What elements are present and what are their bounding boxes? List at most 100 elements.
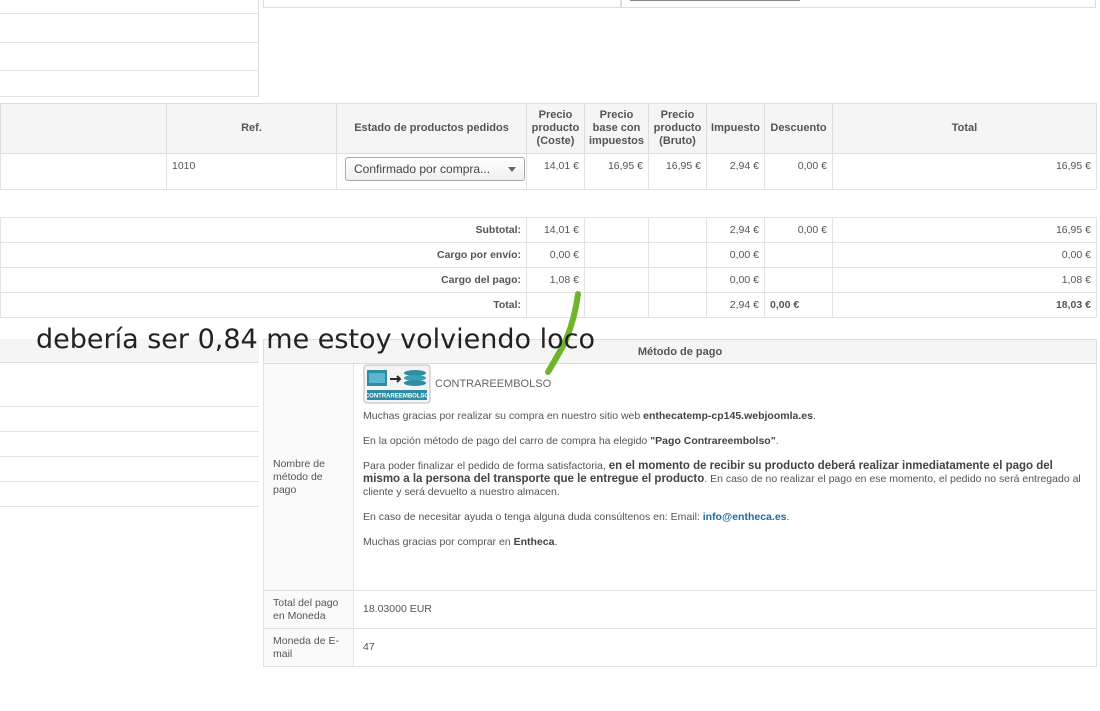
- column-header-gross: Precio producto (Bruto): [648, 103, 707, 154]
- subtotal-discount: 0,00 €: [764, 217, 833, 243]
- currency-email-value: 47: [352, 628, 1098, 667]
- left-lower-row: [0, 457, 259, 482]
- table-header-row: Ref. Estado de productos pedidos Precio …: [0, 103, 1097, 154]
- punctuation: .: [786, 511, 790, 523]
- product-name-cell: [0, 153, 167, 190]
- column-header-cost: Precio producto (Coste): [526, 103, 585, 154]
- instructions-paragraph: Para poder finalizar el pedido de forma …: [363, 460, 1087, 499]
- left-panel-row: [0, 71, 259, 97]
- empty-cell: [648, 292, 707, 318]
- gross-cell: 16,95 €: [648, 153, 707, 190]
- ref-cell: 1010: [166, 153, 337, 190]
- instructions-text: Para poder finalizar el pedido de forma …: [363, 460, 609, 472]
- closing-paragraph: Muchas gracias por comprar en Entheca.: [363, 536, 1087, 549]
- shipping-total: 0,00 €: [832, 242, 1097, 268]
- chevron-down-icon: [508, 167, 516, 172]
- shipping-row: Cargo por envío: 0,00 € 0,00 € 0,00 €: [0, 242, 1097, 268]
- column-header-status: Estado de productos pedidos: [336, 103, 527, 154]
- payment-total-value: 18.03000 EUR: [352, 590, 1098, 629]
- column-header-discount: Descuento: [764, 103, 833, 154]
- empty-cell: [648, 217, 707, 243]
- payment-method-name: CONTRAREEMBOLSO: [435, 377, 552, 390]
- base-tax-cell: 16,95 €: [584, 153, 649, 190]
- column-header-tax: Impuesto: [706, 103, 765, 154]
- column-header-ref: Ref.: [166, 103, 337, 154]
- subtotal-row: Subtotal: 14,01 € 2,94 € 0,00 € 16,95 €: [0, 217, 1097, 243]
- shop-name: Entheca: [513, 536, 555, 548]
- choice-paragraph: En la opción método de pago del carro de…: [363, 435, 1087, 448]
- subtotal-total: 16,95 €: [832, 217, 1097, 243]
- payment-method-description: CONTRAREEMBOLSO CONTRAREEMBOLSO Muchas g…: [352, 363, 1098, 591]
- shipping-label: Cargo por envío:: [0, 242, 527, 268]
- left-panel-row: [0, 43, 259, 71]
- subtotal-cost: 14,01 €: [526, 217, 585, 243]
- column-header-total: Total: [832, 103, 1097, 154]
- currency-email-label: Moneda de E-mail: [263, 628, 354, 667]
- left-panel-row: [0, 14, 259, 43]
- empty-cell: [584, 267, 649, 293]
- thanks-text: Muchas gracias por realizar su compra en…: [363, 410, 644, 422]
- left-lower-row: [0, 432, 259, 457]
- spacer-cell: [0, 189, 527, 218]
- help-paragraph: En caso de necesitar ayuda o tenga algun…: [363, 511, 1087, 524]
- empty-cell: [764, 242, 833, 268]
- top-panel-fragment: [621, 0, 1096, 8]
- column-header-product: [0, 103, 167, 154]
- payment-method-row: Nombre de método de pago CONTRAREEMBOLSO…: [263, 363, 1098, 591]
- site-name: enthecatemp-cp145.webjoomla.es: [643, 410, 813, 422]
- payment-method-table: Método de pago Nombre de método de pago …: [262, 339, 1098, 667]
- product-status-value: Confirmado por compra...: [354, 162, 491, 176]
- punctuation: .: [812, 410, 816, 422]
- punctuation: .: [775, 435, 779, 447]
- annotation-text: debería ser 0,84 me estoy volviendo loco: [36, 324, 595, 355]
- email-link[interactable]: info@entheca.es: [703, 511, 787, 523]
- payment-method-name-label: Nombre de método de pago: [263, 363, 354, 591]
- product-status-select[interactable]: Confirmado por compra...: [345, 157, 525, 181]
- left-lower-row: [0, 363, 259, 407]
- grand-total-label: Total:: [0, 292, 527, 318]
- cost-cell: 14,01 €: [526, 153, 585, 190]
- empty-cell: [584, 217, 649, 243]
- empty-cell: [584, 292, 649, 318]
- payment-total-row: Total del pago en Moneda 18.03000 EUR: [263, 590, 1098, 629]
- help-text: En caso de necesitar ayuda o tenga algun…: [363, 511, 703, 523]
- payment-fee-row: Cargo del pago: 1,08 € 0,00 € 1,08 €: [0, 267, 1097, 293]
- payment-fee-total: 1,08 €: [832, 267, 1097, 293]
- table-row: 1010 Confirmado por compra... 14,01 € 16…: [0, 153, 1097, 190]
- discount-cell: 0,00 €: [764, 153, 833, 190]
- tax-cell: 2,94 €: [706, 153, 765, 190]
- chosen-method: "Pago Contrareembolso": [650, 435, 776, 447]
- empty-cell: [584, 242, 649, 268]
- closing-text: Muchas gracias por comprar en: [363, 536, 514, 548]
- choice-text: En la opción método de pago del carro de…: [363, 435, 651, 447]
- empty-cell: [648, 267, 707, 293]
- payment-currency-row: Moneda de E-mail 47: [263, 628, 1098, 667]
- top-panel-fragment: [263, 0, 621, 8]
- logo-caption: CONTRAREEMBOLSO: [365, 394, 430, 400]
- payment-logo-row: CONTRAREEMBOLSO CONTRAREEMBOLSO: [363, 364, 1087, 404]
- payment-total-label: Total del pago en Moneda: [263, 590, 354, 629]
- thanks-paragraph: Muchas gracias por realizar su compra en…: [363, 410, 1087, 423]
- grand-total-discount: 0,00 €: [764, 292, 833, 318]
- payment-fee-tax: 0,00 €: [706, 267, 765, 293]
- shipping-tax: 0,00 €: [706, 242, 765, 268]
- left-panel-row: [0, 0, 259, 14]
- top-input-underline[interactable]: [630, 0, 800, 1]
- spacer-cell: [526, 189, 1097, 218]
- column-header-base-tax: Precio base con impuestos: [584, 103, 649, 154]
- status-cell: Confirmado por compra...: [336, 153, 527, 190]
- subtotal-tax: 2,94 €: [706, 217, 765, 243]
- subtotal-label: Subtotal:: [0, 217, 527, 243]
- payment-fee-cost: 1,08 €: [526, 267, 585, 293]
- shipping-cost: 0,00 €: [526, 242, 585, 268]
- empty-cell: [648, 242, 707, 268]
- left-lower-row: [0, 482, 259, 507]
- punctuation: .: [554, 536, 558, 548]
- grand-total-tax: 2,94 €: [706, 292, 765, 318]
- order-products-table: Ref. Estado de productos pedidos Precio …: [0, 103, 1097, 318]
- spacer-row: [0, 189, 1097, 218]
- empty-cell: [764, 267, 833, 293]
- grand-total-total: 18,03 €: [832, 292, 1097, 318]
- cash-on-delivery-logo-icon: CONTRAREEMBOLSO: [363, 364, 431, 404]
- payment-fee-label: Cargo del pago:: [0, 267, 527, 293]
